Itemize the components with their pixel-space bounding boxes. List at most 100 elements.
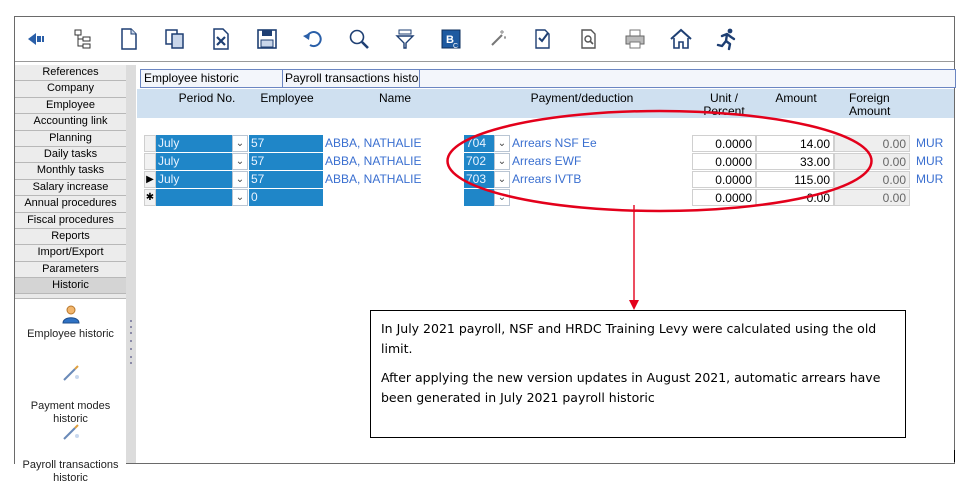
back-icon[interactable]	[23, 25, 51, 53]
nav-employee[interactable]: Employee	[15, 97, 126, 115]
pen-tool-icon	[62, 365, 79, 381]
table-row[interactable]: ▶ July ⌄ 57 ABBA, NATHALIE 703 ⌄ Arrears IVTB 0.…	[137, 171, 954, 188]
annotation-paragraph-1: In July 2021 payroll, NSF and HRDC Train…	[381, 321, 877, 356]
panel-splitter[interactable]	[126, 65, 136, 463]
app-window: BC References Company Employee Accountin…	[14, 16, 956, 484]
tab-bar: Employee historic Payroll transactions h…	[140, 69, 956, 88]
payment-deduction-cell[interactable]: Arrears EWF	[510, 153, 692, 170]
employee-cell[interactable]: 57	[249, 135, 323, 152]
col-payment-deduction[interactable]: Payment/deduction	[467, 92, 697, 105]
copy-icon[interactable]	[161, 25, 189, 53]
payment-code-cell[interactable]: 702	[464, 153, 494, 170]
currency-cell[interactable]	[910, 189, 954, 206]
name-cell[interactable]	[323, 189, 463, 206]
col-unit-percent[interactable]: Unit / Percent	[693, 92, 755, 118]
employee-cell[interactable]: 57	[249, 171, 323, 188]
unit-percent-cell[interactable]: 0.0000	[692, 171, 756, 188]
zoom-document-icon[interactable]	[575, 25, 603, 53]
period-dropdown[interactable]: ⌄	[232, 171, 248, 188]
bc-report-icon[interactable]: BC	[437, 25, 465, 53]
foreign-amount-cell: 0.00	[834, 171, 910, 188]
payment-dropdown[interactable]: ⌄	[494, 153, 510, 170]
col-name[interactable]: Name	[327, 92, 463, 105]
svg-text:C: C	[453, 43, 458, 50]
payment-dropdown[interactable]: ⌄	[494, 135, 510, 152]
tree-icon[interactable]	[69, 25, 97, 53]
col-period[interactable]: Period No.	[157, 92, 257, 105]
printer-icon[interactable]	[621, 25, 649, 53]
payment-deduction-cell[interactable]: Arrears NSF Ee	[510, 135, 692, 152]
currency-cell[interactable]: MUR	[910, 171, 954, 188]
wand-icon[interactable]	[483, 25, 511, 53]
amount-cell[interactable]: 33.00	[756, 153, 834, 170]
name-cell[interactable]: ABBA, NATHALIE	[323, 135, 463, 152]
home-icon[interactable]	[667, 25, 695, 53]
amount-cell[interactable]: 0.00	[756, 189, 834, 206]
period-dropdown[interactable]: ⌄	[232, 135, 248, 152]
unit-percent-cell[interactable]: 0.0000	[692, 189, 756, 206]
row-indicator: ✱	[144, 189, 156, 206]
user-icon	[61, 305, 80, 324]
foreign-amount-cell: 0.00	[834, 189, 910, 206]
foreign-amount-cell: 0.00	[834, 135, 910, 152]
employee-cell[interactable]: 0	[249, 189, 323, 206]
undo-icon[interactable]	[299, 25, 327, 53]
nav-import-export[interactable]: Import/Export	[15, 245, 126, 262]
col-amount[interactable]: Amount	[757, 92, 835, 105]
left-navigation: References Company Employee Accounting l…	[15, 65, 127, 484]
table-row[interactable]: ✱ ⌄ 0 ⌄ 0.0000 0.00 0.00	[137, 189, 954, 206]
payment-code-cell[interactable]	[464, 189, 494, 206]
nav-references[interactable]: References	[15, 65, 126, 82]
period-dropdown[interactable]: ⌄	[232, 189, 248, 206]
historic-tools-panel: Employee historic Payment modes historic…	[15, 298, 126, 484]
nav-accounting-link[interactable]: Accounting link	[15, 114, 126, 131]
delete-icon[interactable]	[207, 25, 235, 53]
nav-planning[interactable]: Planning	[15, 130, 126, 147]
name-cell[interactable]: ABBA, NATHALIE	[323, 171, 463, 188]
payment-code-cell[interactable]: 703	[464, 171, 494, 188]
search-icon[interactable]	[345, 25, 373, 53]
nav-fiscal-procedures[interactable]: Fiscal procedures	[15, 212, 126, 229]
col-employee[interactable]: Employee	[249, 92, 325, 105]
table-row[interactable]: July ⌄ 57 ABBA, NATHALIE 704 ⌄ Arrears NSF Ee 0…	[137, 135, 954, 152]
text-cursor	[954, 450, 955, 462]
payroll-transactions-historic-tool[interactable]: Payroll transactions historic	[15, 409, 126, 485]
col-foreign-amount[interactable]: Foreign Amount	[835, 92, 921, 118]
tab-payroll-transactions-historic[interactable]: Payroll transactions histo	[282, 70, 420, 87]
print-preview-icon[interactable]	[529, 25, 557, 53]
unit-percent-cell[interactable]: 0.0000	[692, 135, 756, 152]
currency-cell[interactable]: MUR	[910, 135, 954, 152]
foreign-amount-cell: 0.00	[834, 153, 910, 170]
nav-annual-procedures[interactable]: Annual procedures	[15, 196, 126, 213]
pen-tool-icon	[62, 424, 79, 440]
unit-percent-cell[interactable]: 0.0000	[692, 153, 756, 170]
amount-cell[interactable]: 115.00	[756, 171, 834, 188]
tab-employee-historic[interactable]: Employee historic	[141, 70, 283, 87]
save-icon[interactable]	[253, 25, 281, 53]
table-row[interactable]: July ⌄ 57 ABBA, NATHALIE 702 ⌄ Arrears EWF 0.00…	[137, 153, 954, 170]
nav-historic[interactable]: Historic	[15, 278, 126, 295]
nav-monthly-tasks[interactable]: Monthly tasks	[15, 163, 126, 180]
nav-reports[interactable]: Reports	[15, 228, 126, 246]
grid-header: Period No. Employee Name Payment/deducti…	[137, 89, 954, 118]
payment-deduction-cell[interactable]: Arrears IVTB	[510, 171, 692, 188]
payment-dropdown[interactable]: ⌄	[494, 171, 510, 188]
name-cell[interactable]: ABBA, NATHALIE	[323, 153, 463, 170]
toolbar: BC	[15, 17, 954, 62]
new-document-icon[interactable]	[115, 25, 143, 53]
annotation-note: In July 2021 payroll, NSF and HRDC Train…	[370, 310, 906, 438]
nav-parameters[interactable]: Parameters	[15, 261, 126, 279]
filter-icon[interactable]	[391, 25, 419, 53]
run-icon[interactable]	[713, 25, 741, 53]
employee-cell[interactable]: 57	[249, 153, 323, 170]
payment-code-cell[interactable]: 704	[464, 135, 494, 152]
payment-deduction-cell[interactable]	[510, 189, 692, 206]
currency-cell[interactable]: MUR	[910, 153, 954, 170]
nav-company[interactable]: Company	[15, 81, 126, 98]
employee-historic-tool[interactable]: Employee historic	[15, 304, 126, 340]
payment-dropdown[interactable]: ⌄	[494, 189, 510, 206]
nav-daily-tasks[interactable]: Daily tasks	[15, 146, 126, 164]
amount-cell[interactable]: 14.00	[756, 135, 834, 152]
nav-salary-increase[interactable]: Salary increase	[15, 179, 126, 197]
period-dropdown[interactable]: ⌄	[232, 153, 248, 170]
